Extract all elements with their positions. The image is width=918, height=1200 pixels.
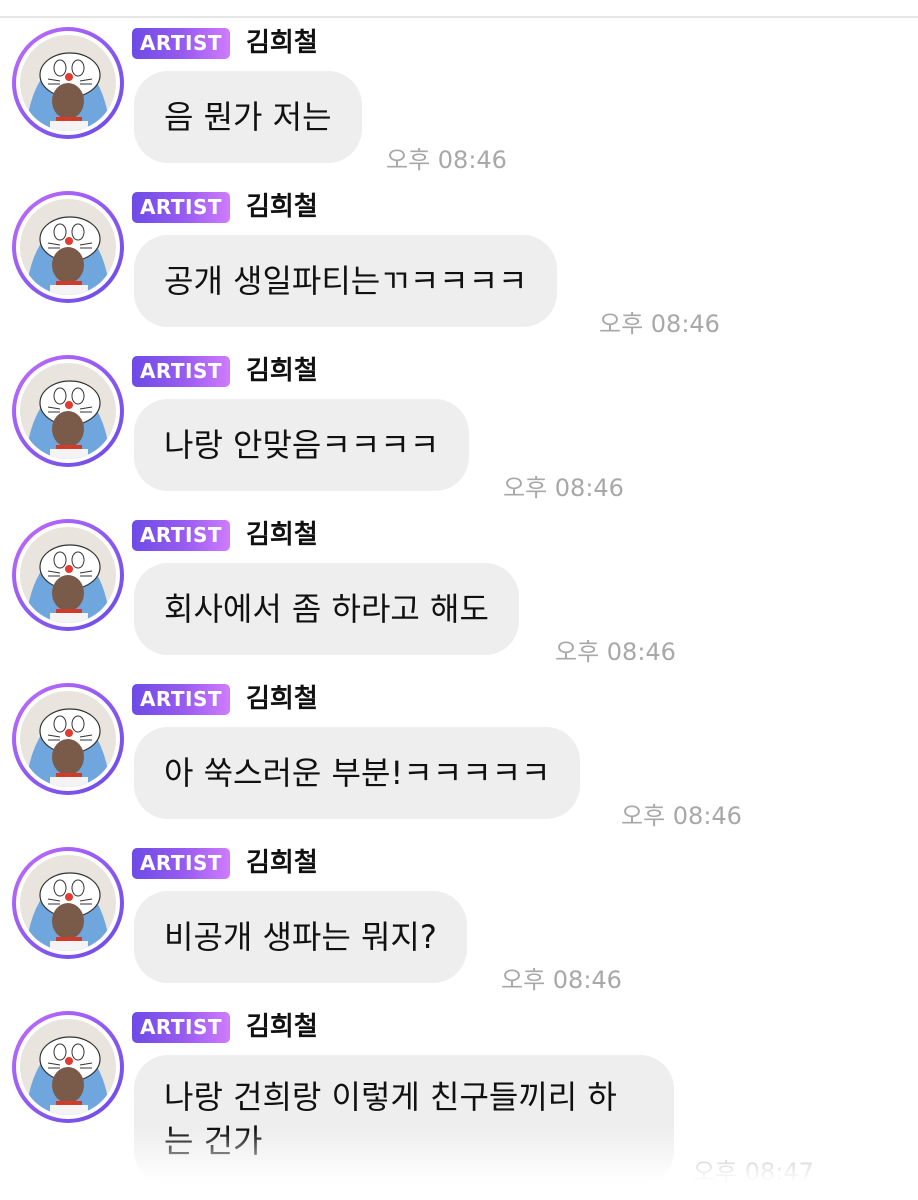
artist-badge: ARTIST (132, 684, 230, 715)
avatar-photo (20, 527, 116, 623)
message-bubble[interactable]: 공개 생일파티는ㄲㅋㅋㅋㅋ (134, 235, 558, 327)
sender-name[interactable]: 김희철 (246, 354, 318, 388)
chat-message: ARTIST 김희철 아 쑥스러운 부분!ㅋㅋㅋㅋㅋ 오후 08:46 (0, 674, 918, 838)
sender-name[interactable]: 김희철 (246, 682, 318, 716)
avatar-photo (20, 1019, 116, 1115)
avatar[interactable] (12, 27, 124, 139)
message-bubble[interactable]: 회사에서 좀 하라고 해도 (134, 563, 519, 655)
message-timestamp: 오후 08:46 (501, 966, 622, 994)
message-timestamp: 오후 08:46 (555, 638, 676, 666)
artist-badge: ARTIST (132, 192, 230, 223)
message-timestamp: 오후 08:46 (503, 474, 624, 502)
sender-name[interactable]: 김희철 (246, 846, 318, 880)
message-bubble[interactable]: 비공개 생파는 뭐지? (134, 891, 467, 983)
message-bubble[interactable]: 나랑 안맞음ㅋㅋㅋㅋ (134, 399, 470, 491)
artist-badge: ARTIST (132, 1012, 230, 1043)
message-timestamp: 오후 08:46 (386, 146, 507, 174)
avatar[interactable] (12, 355, 124, 467)
chat-message: ARTIST 김희철 회사에서 좀 하라고 해도 오후 08:46 (0, 510, 918, 674)
chat-message: ARTIST 김희철 음 뭔가 저는 오후 08:46 (0, 18, 918, 182)
message-timestamp: 오후 08:47 (693, 1158, 814, 1186)
avatar-photo (20, 691, 116, 787)
avatar-photo (20, 35, 116, 131)
avatar-photo (20, 363, 116, 459)
avatar-photo (20, 855, 116, 951)
sender-name[interactable]: 김희철 (246, 518, 318, 552)
artist-badge: ARTIST (132, 520, 230, 551)
avatar[interactable] (12, 1011, 124, 1123)
artist-badge: ARTIST (132, 356, 230, 387)
avatar[interactable] (12, 519, 124, 631)
message-bubble[interactable]: 나랑 건희랑 이렇게 친구들끼리 하는 건가 (134, 1055, 674, 1185)
sender-name[interactable]: 김희철 (246, 26, 318, 60)
chat-message: ARTIST 김희철 비공개 생파는 뭐지? 오후 08:46 (0, 838, 918, 1002)
sender-name[interactable]: 김희철 (246, 1010, 318, 1044)
avatar-photo (20, 199, 116, 295)
message-timestamp: 오후 08:46 (621, 802, 742, 830)
chat-message: ARTIST 김희철 나랑 건희랑 이렇게 친구들끼리 하는 건가 오후 08:… (0, 1002, 918, 1200)
message-timestamp: 오후 08:46 (599, 310, 720, 338)
message-bubble[interactable]: 음 뭔가 저는 (134, 71, 362, 163)
message-bubble[interactable]: 아 쑥스러운 부분!ㅋㅋㅋㅋㅋ (134, 727, 581, 819)
artist-badge: ARTIST (132, 848, 230, 879)
avatar[interactable] (12, 191, 124, 303)
avatar[interactable] (12, 683, 124, 795)
chat-message: ARTIST 김희철 공개 생일파티는ㄲㅋㅋㅋㅋ 오후 08:46 (0, 182, 918, 346)
sender-name[interactable]: 김희철 (246, 190, 318, 224)
avatar[interactable] (12, 847, 124, 959)
artist-badge: ARTIST (132, 28, 230, 59)
chat-message: ARTIST 김희철 나랑 안맞음ㅋㅋㅋㅋ 오후 08:46 (0, 346, 918, 510)
